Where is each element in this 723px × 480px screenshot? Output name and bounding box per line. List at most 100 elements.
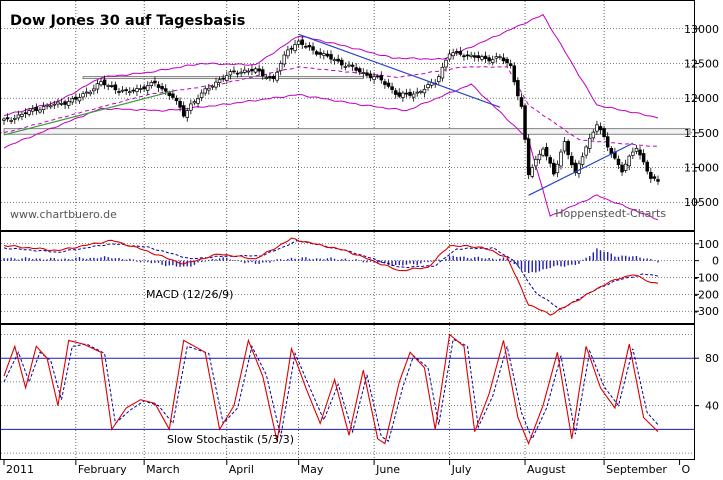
candle-body-80 — [289, 47, 294, 50]
month-label-5: June — [375, 463, 400, 476]
candle-body-90 — [325, 53, 330, 57]
candle-body-77 — [278, 63, 283, 72]
candle-body-50 — [181, 105, 186, 117]
candle-body-68 — [246, 70, 251, 73]
macd-tick-label-0: 0 — [712, 255, 719, 268]
candle-body-167 — [602, 128, 606, 138]
candle-body-136 — [490, 59, 495, 63]
candle-body-45 — [163, 88, 168, 92]
candle-body-92 — [332, 59, 337, 62]
candle-body-56 — [203, 88, 207, 94]
candle-body-15 — [56, 101, 60, 105]
candle-body-161 — [580, 156, 585, 165]
candle-body-7 — [27, 110, 31, 115]
candle-body-84 — [304, 45, 308, 48]
candle-body-150 — [541, 148, 545, 156]
candle-body-66 — [239, 71, 243, 74]
candle-body-93 — [336, 58, 340, 62]
candle-body-31 — [113, 84, 118, 91]
month-label-3: April — [229, 463, 254, 476]
candle-body-140 — [505, 58, 509, 63]
candle-body-176 — [634, 147, 639, 152]
price-tick-label-11000: 11000 — [684, 162, 719, 175]
candle-body-60 — [217, 79, 222, 83]
candle-body-144 — [519, 97, 524, 107]
stoch-label: Slow Stochastik (5/3/3) — [167, 433, 294, 446]
candle-body-1 — [5, 117, 10, 120]
candle-body-138 — [498, 56, 502, 59]
candle-body-47 — [171, 93, 175, 98]
candle-body-99 — [357, 68, 362, 73]
candle-body-64 — [232, 70, 236, 73]
candle-body-79 — [286, 49, 290, 57]
candle-body-142 — [512, 65, 517, 83]
candle-body-62 — [225, 75, 229, 81]
month-label-7: August — [527, 463, 566, 476]
candle-body-87 — [314, 51, 319, 55]
candle-body-181 — [652, 176, 657, 179]
stoch-tick-label-40: 40 — [705, 400, 719, 413]
candle-body-54 — [196, 98, 200, 104]
candle-body-135 — [487, 57, 491, 62]
candle-body-115 — [415, 91, 419, 94]
candle-body-143 — [516, 80, 520, 97]
candle-body-24 — [88, 91, 92, 95]
candle-body-108 — [390, 86, 394, 90]
source-label: Hoppenstedt-Charts — [555, 207, 666, 220]
candle-body-39 — [142, 86, 146, 90]
candle-body-126 — [455, 51, 459, 53]
candle-body-110 — [397, 92, 402, 97]
price-tick-label-10500: 10500 — [684, 196, 719, 209]
candle-body-25 — [92, 88, 96, 92]
candle-body-58 — [210, 85, 215, 88]
candle-body-37 — [135, 88, 139, 92]
candle-body-18 — [66, 101, 71, 106]
candle-body-35 — [128, 91, 132, 94]
macd-tick-label--100: -100 — [694, 272, 719, 285]
month-label-6: July — [451, 463, 472, 476]
candle-body-43 — [156, 84, 161, 88]
candle-body-88 — [318, 52, 322, 55]
candle-body-42 — [153, 80, 157, 84]
candle-body-139 — [501, 57, 506, 62]
candle-body-100 — [361, 72, 366, 74]
candle-body-57 — [207, 87, 211, 91]
candle-body-102 — [368, 73, 373, 79]
candle-body-134 — [483, 55, 488, 59]
candle-body-98 — [354, 67, 358, 71]
candle-body-118 — [426, 84, 430, 89]
candle-body-154 — [555, 163, 560, 174]
candle-body-74 — [268, 76, 272, 78]
candle-body-8 — [30, 108, 35, 112]
candle-body-48 — [174, 97, 179, 102]
candle-body-160 — [577, 163, 581, 174]
candle-body-107 — [386, 82, 391, 87]
candle-body-129 — [465, 54, 470, 57]
candle-body-103 — [372, 76, 376, 80]
month-label-0: 2011 — [6, 463, 34, 476]
candle-body-148 — [534, 158, 538, 167]
candle-body-72 — [260, 69, 265, 77]
stoch-tick-label-80: 80 — [705, 352, 719, 365]
candle-body-113 — [408, 91, 412, 96]
candle-body-71 — [257, 68, 261, 72]
candle-body-78 — [282, 54, 287, 65]
candle-body-106 — [383, 81, 387, 85]
candle-body-32 — [117, 91, 121, 93]
candle-body-63 — [228, 71, 233, 76]
candle-body-127 — [458, 51, 463, 55]
candle-body-125 — [451, 52, 455, 57]
candle-body-81 — [293, 44, 297, 51]
watermark: www.chartbuero.de — [10, 208, 117, 221]
candle-body-76 — [275, 71, 279, 81]
candle-body-112 — [404, 92, 409, 95]
candle-body-73 — [264, 77, 269, 79]
candle-body-164 — [591, 131, 596, 139]
price-tick-label-13000: 13000 — [684, 23, 719, 36]
candle-body-21 — [77, 97, 82, 102]
macd-label: MACD (12/26/9) — [146, 288, 233, 301]
candle-body-158 — [570, 155, 574, 166]
candle-body-145 — [523, 105, 527, 140]
candle-body-34 — [124, 89, 128, 91]
candle-body-117 — [422, 88, 427, 94]
